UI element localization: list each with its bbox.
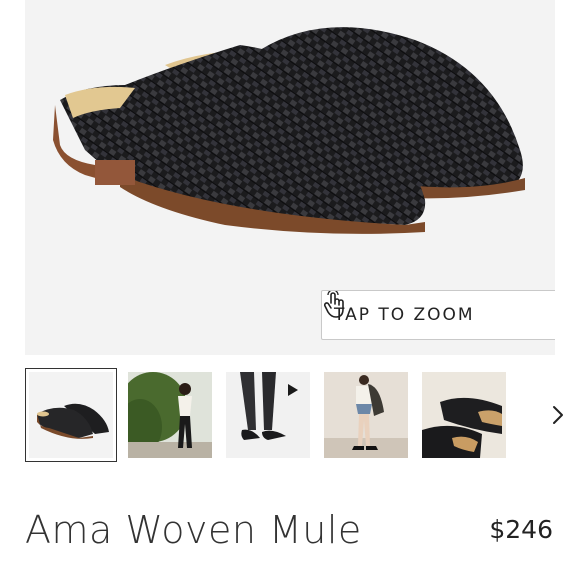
thumbnail-shoes-closeup[interactable] bbox=[422, 372, 506, 458]
thumbnail-model-garden[interactable] bbox=[128, 372, 212, 458]
next-thumbnails-button[interactable] bbox=[543, 400, 573, 430]
chevron-right-icon bbox=[553, 406, 563, 424]
thumbnail-video-legs[interactable] bbox=[226, 372, 310, 458]
thumbnail-model-coat[interactable] bbox=[324, 372, 408, 458]
zoom-label: TAP TO ZOOM bbox=[334, 305, 475, 325]
tap-hand-icon bbox=[323, 291, 344, 318]
thumbnail-shoes-pair[interactable] bbox=[25, 368, 117, 462]
product-price: $246 bbox=[489, 515, 553, 544]
tap-to-zoom-button[interactable]: TAP TO ZOOM bbox=[321, 290, 555, 340]
product-title: Ama Woven Mule bbox=[25, 508, 362, 552]
product-hero-image[interactable]: TAP TO ZOOM bbox=[25, 0, 555, 355]
thumbnail-strip bbox=[25, 368, 580, 464]
